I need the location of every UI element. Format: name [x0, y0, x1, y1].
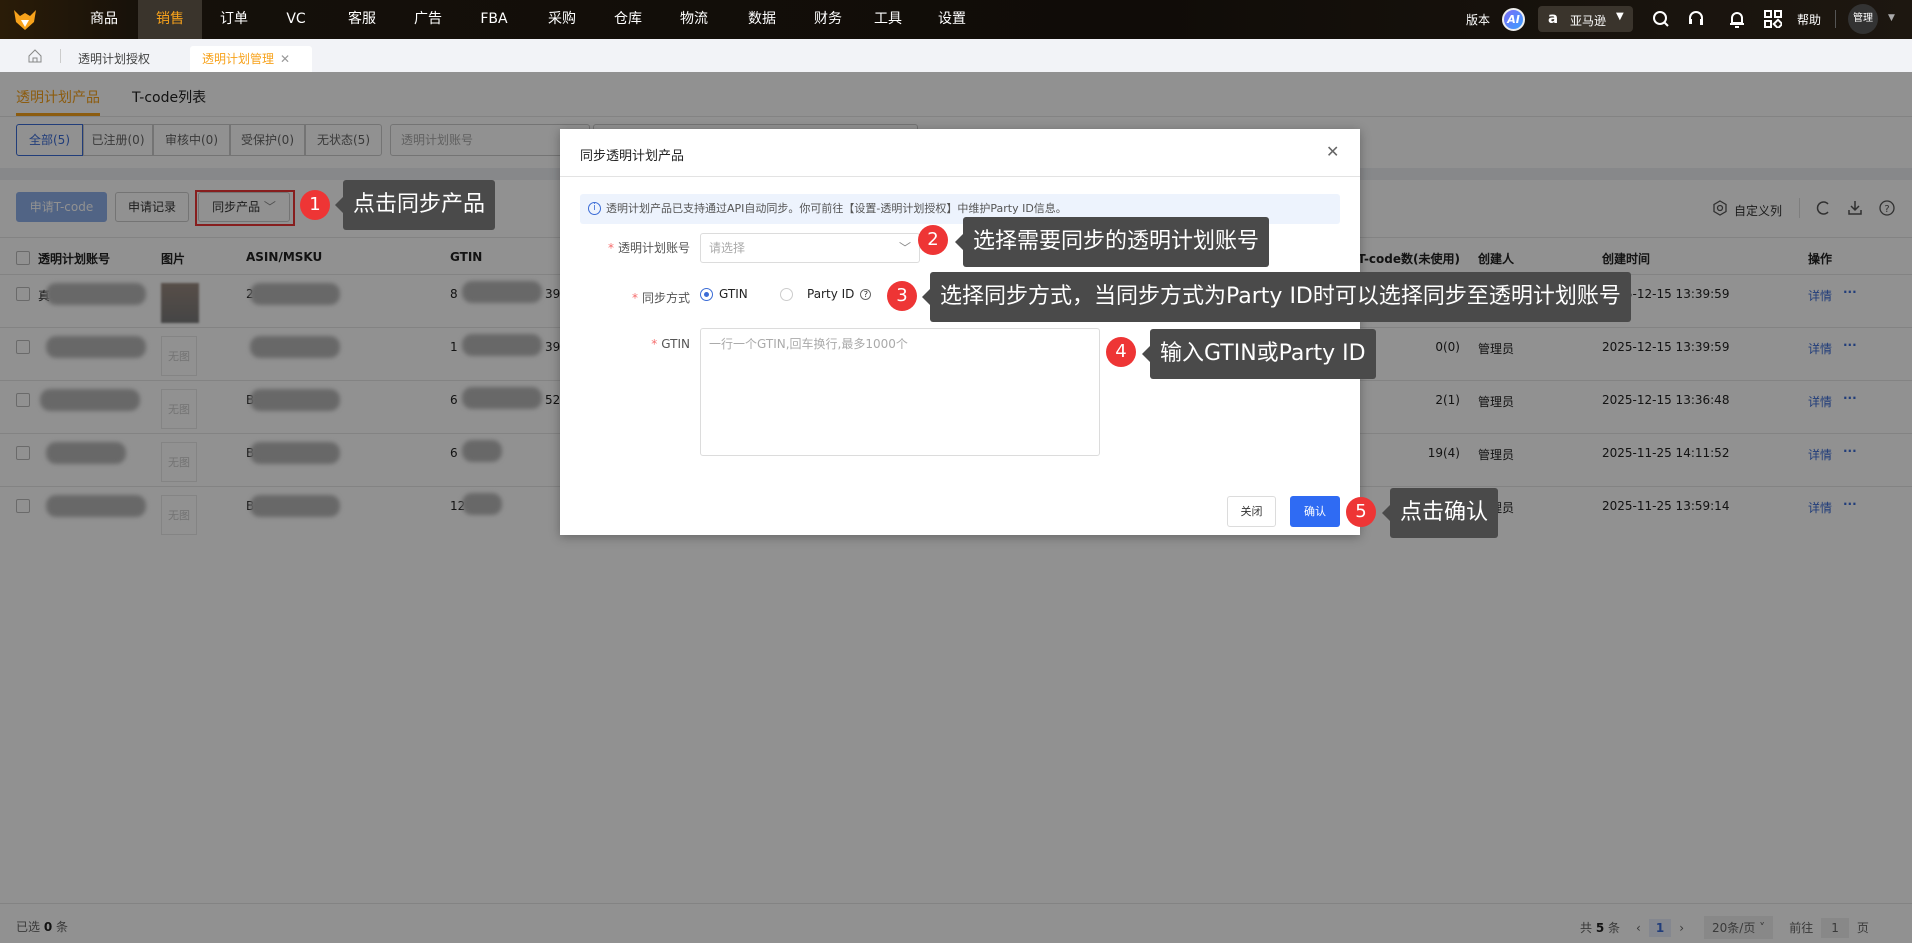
step-badge-2: 2 — [918, 225, 948, 255]
nav-item[interactable]: 工具 — [856, 0, 920, 39]
search-icon[interactable] — [1652, 10, 1670, 28]
nav-item[interactable]: 数据 — [730, 0, 794, 39]
info-icon: i — [588, 202, 601, 215]
close-icon[interactable]: ✕ — [280, 52, 290, 66]
info-text: 透明计划产品已支持通过API自动同步。你可前往【设置-透明计划授权】中维护Par… — [606, 202, 1067, 215]
bell-icon[interactable] — [1728, 10, 1746, 28]
dialog-title: 同步透明计划产品 — [580, 149, 685, 164]
home-icon[interactable] — [28, 49, 42, 63]
user-avatar[interactable]: 管理 — [1848, 4, 1878, 34]
page-tab-management[interactable]: 透明计划管理 ✕ — [190, 46, 312, 72]
tab-label: 透明计划授权 — [78, 52, 151, 66]
top-nav: 商品 销售 订单 VC 客服 广告 FBA 采购 仓库 物流 数据 财务 工具 设置 版本 AI a 亚马… — [0, 0, 1912, 39]
page-tab-auth[interactable]: 透明计划授权 — [70, 46, 170, 72]
radio-label: GTIN — [719, 287, 748, 301]
nav-item[interactable]: 仓库 — [596, 0, 660, 39]
account-select[interactable]: 请选择 ﹀ — [700, 233, 920, 263]
annotation-4: 输入GTIN或Party ID — [1142, 329, 1376, 379]
headset-icon[interactable] — [1687, 10, 1705, 28]
caret-down-icon[interactable]: ▼ — [1888, 13, 1895, 23]
question-icon[interactable]: ? — [860, 288, 872, 300]
page-tabs-bar: 透明计划授权 透明计划管理 ✕ — [0, 39, 1912, 72]
nav-item[interactable]: 客服 — [330, 0, 394, 39]
nav-item[interactable]: 设置 — [920, 0, 984, 39]
select-placeholder: 请选择 — [709, 241, 746, 255]
version-link[interactable]: 版本 — [1466, 11, 1490, 28]
close-icon[interactable]: ✕ — [1326, 142, 1339, 161]
nav-item[interactable]: 财务 — [796, 0, 860, 39]
annotation-1: 点击同步产品 — [334, 180, 496, 230]
nav-item[interactable]: 销售 — [138, 0, 202, 39]
nav-item[interactable]: 订单 — [202, 0, 266, 39]
nav-item[interactable]: FBA — [462, 0, 526, 39]
help-link[interactable]: 帮助 — [1797, 11, 1821, 28]
marketplace-select[interactable]: a 亚马逊 ▼ — [1538, 6, 1633, 32]
marketplace-label: 亚马逊 — [1570, 14, 1607, 28]
gtin-textarea[interactable]: 一行一个GTIN,回车换行,最多1000个 — [700, 328, 1100, 456]
step-badge-3: 3 — [887, 281, 917, 311]
annotation-5: 点击确认 — [1381, 488, 1499, 538]
radio-checked — [700, 287, 713, 301]
logo-icon — [14, 10, 36, 30]
amazon-icon: a — [1548, 9, 1559, 27]
nav-item[interactable]: 物流 — [662, 0, 726, 39]
radio-unchecked — [780, 287, 793, 301]
step-badge-5: 5 — [1346, 497, 1376, 527]
divider — [560, 176, 1360, 177]
confirm-button[interactable]: 确认 — [1290, 496, 1340, 527]
nav-item[interactable]: VC — [264, 0, 328, 39]
radio-party-id[interactable]: Party ID? — [780, 287, 872, 301]
nav-item[interactable]: 采购 — [530, 0, 594, 39]
radio-gtin[interactable]: GTIN — [700, 287, 748, 301]
radio-label: Party ID — [807, 287, 855, 301]
apps-grid-icon[interactable] — [1764, 10, 1782, 28]
gtin-label: * GTIN — [651, 337, 690, 351]
tab-label: 透明计划管理 — [202, 52, 275, 66]
step-badge-1: 1 — [300, 190, 330, 220]
close-button[interactable]: 关闭 — [1227, 496, 1276, 527]
divider — [1835, 10, 1836, 28]
divider — [60, 49, 61, 63]
nav-item[interactable]: 商品 — [72, 0, 136, 39]
annotation-3: 选择同步方式，当同步方式为Party ID时可以选择同步至透明计划账号 — [922, 272, 1631, 322]
step-badge-4: 4 — [1106, 337, 1136, 367]
annotation-2: 选择需要同步的透明计划账号 — [954, 217, 1270, 267]
account-label: * 透明计划账号 — [607, 241, 690, 255]
nav-item[interactable]: 广告 — [396, 0, 460, 39]
method-label: * 同步方式 — [631, 291, 690, 305]
chevron-down-icon: ﹀ — [898, 241, 911, 255]
ai-button[interactable]: AI — [1502, 8, 1525, 31]
caret-down-icon: ▼ — [1616, 11, 1624, 22]
